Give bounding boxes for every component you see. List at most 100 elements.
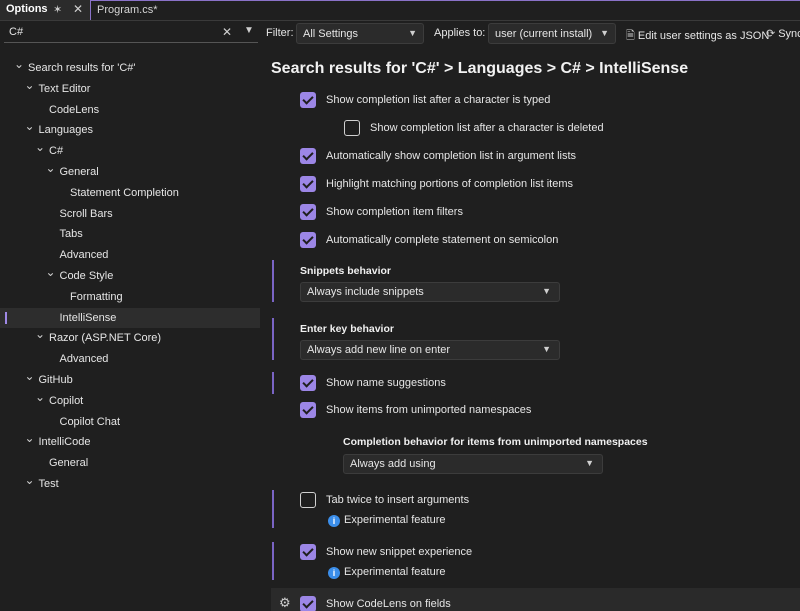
tree-item-label: General: [59, 166, 99, 178]
tree-item[interactable]: ⌄ Search results for 'C#': [0, 57, 260, 78]
checkbox[interactable]: [300, 544, 316, 560]
pin-icon[interactable]: ✶: [53, 3, 62, 16]
setting-label: Show name suggestions: [326, 377, 446, 389]
close-icon[interactable]: ✕: [73, 2, 83, 16]
tree-item-label: Razor (ASP.NET Core): [49, 332, 162, 345]
applies-to-dropdown[interactable]: user (current install) ▼: [488, 23, 616, 44]
tree-item-label: CodeLens: [49, 103, 100, 116]
tree-item[interactable]: Advanced: [0, 349, 260, 369]
checkbox[interactable]: [300, 596, 316, 611]
toolbar: C# ✕ ▼ Filter: All Settings ▼ Applies to…: [0, 21, 800, 46]
info-icon: i: [328, 567, 340, 579]
tree-item[interactable]: ⌄ Copilot: [0, 390, 260, 411]
search-value: C#: [9, 26, 24, 38]
sync-button[interactable]: ⟳ Sync: [766, 27, 800, 40]
tree-item-label: Statement Completion: [70, 186, 179, 199]
setting-label: Automatically complete statement on semi…: [326, 234, 559, 246]
setting-label: Show completion list after a character i…: [370, 122, 604, 134]
chevron-down-icon[interactable]: ⌄: [46, 262, 56, 282]
completion-behavior-value: Always add using: [350, 458, 436, 470]
tree-item[interactable]: ⌄ General: [0, 161, 260, 182]
enter-key-behavior-dropdown[interactable]: Always add new line on enter ▼: [300, 340, 560, 360]
tree-item-label: Copilot: [49, 394, 84, 407]
group-indicator: [272, 490, 274, 528]
chevron-down-icon[interactable]: ▼: [244, 25, 254, 36]
tab-program-cs[interactable]: Program.cs*: [90, 0, 800, 20]
edit-json-button[interactable]: 🗎 Edit user settings as JSON: [626, 27, 769, 46]
checkbox[interactable]: [300, 492, 316, 508]
snippets-behavior-dropdown[interactable]: Always include snippets ▼: [300, 282, 560, 302]
setting-label: Highlight matching portions of completio…: [326, 178, 574, 190]
tree-item[interactable]: Formatting: [0, 287, 260, 307]
clear-search-icon[interactable]: ✕: [222, 25, 232, 39]
filter-dropdown[interactable]: All Settings ▼: [296, 23, 424, 44]
tree-item[interactable]: General: [0, 453, 260, 473]
chevron-down-icon[interactable]: ⌄: [25, 470, 35, 490]
tree-item-label: Text Editor: [38, 82, 91, 95]
tree-item-label: Test: [38, 478, 59, 490]
tree-item-label: IntelliCode: [38, 436, 91, 449]
chevron-down-icon[interactable]: ⌄: [35, 387, 45, 407]
chevron-down-icon[interactable]: ⌄: [14, 54, 24, 74]
tree-item[interactable]: ⌄ Test: [0, 473, 260, 494]
checkbox[interactable]: [300, 204, 316, 220]
filter-value: All Settings: [303, 28, 359, 40]
setting-label: Show new snippet experience: [326, 546, 473, 558]
chevron-down-icon[interactable]: ⌄: [35, 324, 45, 344]
checkbox[interactable]: [300, 375, 316, 391]
sync-icon: ⟳: [766, 28, 776, 40]
tree-item[interactable]: Copilot Chat: [0, 412, 260, 432]
tree-item-label: Search results for 'C#': [28, 62, 136, 74]
checkbox[interactable]: [300, 92, 316, 108]
tree-item-label: Scroll Bars: [59, 207, 113, 220]
setting-label: Tab twice to insert arguments: [326, 494, 470, 506]
setting-label: Show CodeLens on fields: [326, 598, 451, 610]
completion-behavior-label: Completion behavior for items from unimp…: [343, 436, 648, 448]
tree-item-label: IntelliSense: [59, 311, 117, 324]
chevron-down-icon: ▼: [542, 286, 551, 296]
chevron-down-icon[interactable]: ⌄: [46, 158, 56, 178]
tab-options[interactable]: Options ✶ ✕: [0, 0, 90, 20]
tab-options-title: Options: [6, 3, 48, 15]
experimental-label: Experimental feature: [344, 514, 446, 526]
setting-label: Show completion item filters: [326, 206, 463, 218]
tree-item[interactable]: ⌄ Razor (ASP.NET Core): [0, 327, 260, 348]
checkbox[interactable]: [300, 176, 316, 192]
selection-indicator: [5, 311, 7, 324]
tree-item[interactable]: ⌄ Code Style: [0, 265, 260, 286]
tree-item[interactable]: ⌄ C#: [0, 140, 260, 161]
tree-item[interactable]: Tabs: [0, 224, 260, 244]
search-input[interactable]: C# ✕ ▼: [4, 23, 258, 43]
chevron-down-icon[interactable]: ⌄: [25, 75, 35, 95]
tree-item[interactable]: CodeLens: [0, 100, 260, 120]
group-indicator: [272, 260, 274, 302]
tab-strip: Options ✶ ✕ Program.cs*: [0, 0, 800, 21]
tree-item-label: Advanced: [59, 249, 109, 262]
tree-item[interactable]: Advanced: [0, 245, 260, 265]
checkbox[interactable]: [300, 148, 316, 164]
group-indicator: [272, 372, 274, 394]
tree-item-label: Code Style: [59, 270, 114, 282]
chevron-down-icon[interactable]: ⌄: [25, 116, 35, 136]
applies-to-value: user (current install): [495, 28, 593, 40]
setting-label: Show items from unimported namespaces: [326, 404, 532, 416]
settings-content: Search results for 'C#' > Languages > C#…: [262, 46, 800, 611]
tree-item[interactable]: Statement Completion: [0, 183, 260, 203]
gear-icon[interactable]: ⚙: [279, 595, 291, 611]
snippets-behavior-label: Snippets behavior: [300, 265, 392, 277]
tree-item[interactable]: ⌄ Text Editor: [0, 78, 260, 99]
completion-behavior-dropdown[interactable]: Always add using ▼: [343, 454, 603, 474]
chevron-down-icon[interactable]: ⌄: [25, 366, 35, 386]
chevron-down-icon: ▼: [585, 458, 594, 468]
chevron-down-icon: ▼: [600, 28, 609, 38]
chevron-down-icon: ▼: [408, 28, 417, 38]
page-title: Search results for 'C#' > Languages > C#…: [271, 60, 689, 77]
checkbox[interactable]: [344, 120, 360, 136]
tree-item[interactable]: Scroll Bars: [0, 204, 260, 224]
tree-item[interactable]: ⌄ IntelliCode: [0, 431, 260, 452]
chevron-down-icon[interactable]: ⌄: [25, 428, 35, 448]
checkbox[interactable]: [300, 232, 316, 248]
chevron-down-icon[interactable]: ⌄: [35, 137, 45, 157]
chevron-down-icon: ▼: [542, 344, 551, 354]
checkbox[interactable]: [300, 402, 316, 418]
